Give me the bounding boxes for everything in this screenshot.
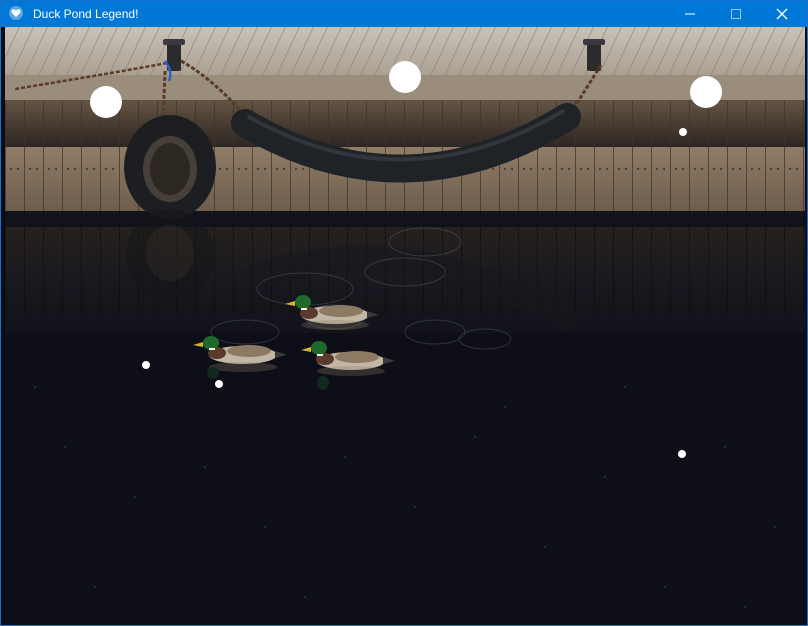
orb [215, 380, 223, 388]
orb [90, 86, 122, 118]
minimize-icon [685, 13, 695, 15]
chain [161, 70, 167, 124]
orb [690, 76, 722, 108]
orb [142, 361, 150, 369]
game-canvas[interactable] [5, 27, 805, 625]
close-button[interactable] [759, 1, 805, 27]
close-icon [776, 8, 788, 20]
game-window: Duck Pond Legend! [0, 0, 808, 626]
orb [678, 450, 686, 458]
maximize-button[interactable] [713, 1, 759, 27]
tire-fender [124, 115, 216, 219]
tire-reflection [126, 209, 214, 301]
orb [679, 128, 687, 136]
maximize-icon [731, 9, 741, 19]
heart-icon [9, 6, 23, 20]
window-title: Duck Pond Legend! [33, 7, 139, 21]
pond-scene [5, 27, 805, 625]
minimize-button[interactable] [667, 1, 713, 27]
title-bar[interactable]: Duck Pond Legend! [1, 1, 807, 27]
orb [389, 61, 421, 93]
